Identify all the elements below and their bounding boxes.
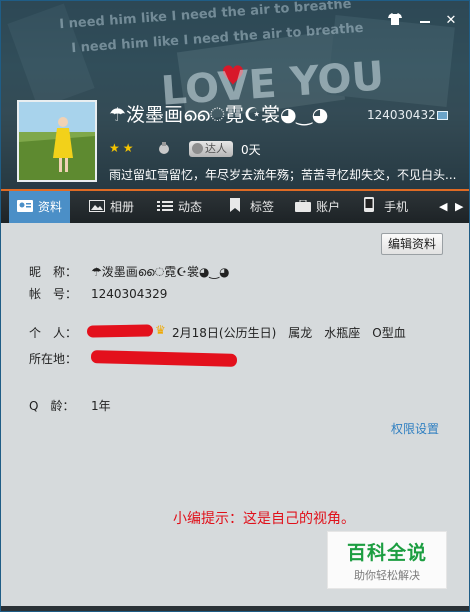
nickname-row: 昵 称： ☂泼墨画ൈ霓☪裳◕‿◕ [29, 263, 230, 280]
permission-settings-link[interactable]: 权限设置 [391, 420, 439, 437]
tab-label: 资料 [38, 200, 63, 214]
nickname-value: ☂泼墨画ൈ霓☪裳◕‿◕ [91, 265, 230, 279]
window-bottom-edge [1, 606, 469, 611]
active-days: 0天 [241, 143, 261, 157]
daren-label: 达人 [205, 142, 227, 155]
nickname-label: 昵 称： [29, 265, 78, 279]
badge-icon [192, 143, 203, 154]
tab-label: 账户 [316, 200, 341, 214]
account-value: 1240304329 [91, 287, 168, 301]
feed-list-icon [157, 192, 173, 211]
profile-banner: I need him like I need the air to breath… [1, 1, 469, 189]
personal-value: 2月18日(公历生日) 属龙 水瓶座 O型血 [172, 326, 406, 340]
age-value: 1年 [91, 399, 111, 413]
account-row: 帐 号： 1240304329 [29, 285, 167, 302]
tab-account[interactable]: 账户 [295, 191, 340, 223]
level-icon [157, 141, 171, 158]
age-label: Q 龄： [29, 399, 75, 413]
crown-icon: ♛ [155, 323, 166, 337]
close-icon[interactable]: ✕ [443, 13, 459, 29]
tab-label: 相册 [110, 200, 135, 214]
tab-tags[interactable]: 标签 [229, 191, 274, 223]
watermark-logo: 百科全说 助你轻松解决 [327, 531, 447, 589]
signature[interactable]: 雨过留虹雪留忆，年尽岁去流年殇；苦苦寻忆却失交，不见白头... [109, 166, 461, 183]
tab-phone[interactable]: 手机 [363, 191, 408, 223]
phone-icon [363, 192, 379, 212]
location-label: 所在地： [29, 352, 78, 366]
personal-row: 个 人： [29, 324, 91, 341]
redaction-mark [86, 324, 154, 338]
location-row: 所在地： [29, 350, 91, 367]
tab-feed[interactable]: 动态 [157, 191, 202, 223]
avatar[interactable] [17, 100, 97, 182]
wallet-icon [295, 192, 311, 212]
profile-window: I need him like I need the air to breath… [0, 0, 470, 612]
age-row: Q 龄： 1年 [29, 397, 111, 414]
profile-nickname: ☂泼墨画ൈ霓☪裳◕‿◕ [109, 104, 329, 126]
tab-label: 动态 [178, 200, 203, 214]
tab-album[interactable]: 相册 [89, 191, 134, 223]
daren-badge[interactable]: 达人 [189, 141, 233, 157]
tab-label: 标签 [250, 200, 275, 214]
bookmark-icon [229, 192, 245, 212]
minimize-icon[interactable] [417, 13, 433, 29]
redaction-mark [90, 350, 238, 367]
watermark-subtitle: 助你轻松解决 [354, 569, 420, 582]
edit-profile-button[interactable]: 编辑资料 [381, 233, 443, 255]
shirt-icon[interactable] [387, 13, 403, 29]
avatar-image [19, 102, 95, 180]
profile-card-icon [17, 192, 33, 212]
tab-scroll-right-icon[interactable]: ▶ [455, 191, 463, 223]
tab-bar: 资料 相册 动态 标签 账户 手机 ◀ ▶ [1, 191, 469, 223]
editor-tip: 小编提示：这是自己的视角。 [173, 511, 355, 527]
qq-number: 124030432 [367, 108, 436, 122]
album-icon [89, 192, 105, 212]
account-label: 帐 号： [29, 287, 78, 301]
tab-scroll-left-icon[interactable]: ◀ [439, 191, 447, 223]
id-card-icon[interactable] [437, 111, 448, 120]
level-stars: ★★ [109, 141, 137, 155]
watermark-title: 百科全说 [346, 542, 427, 564]
tab-profile[interactable]: 资料 [9, 191, 71, 223]
tab-label: 手机 [384, 200, 409, 214]
profile-content: 编辑资料 昵 称： ☂泼墨画ൈ霓☪裳◕‿◕ 帐 号： 1240304329 个 人：… [1, 223, 469, 611]
personal-label: 个 人： [29, 326, 78, 340]
